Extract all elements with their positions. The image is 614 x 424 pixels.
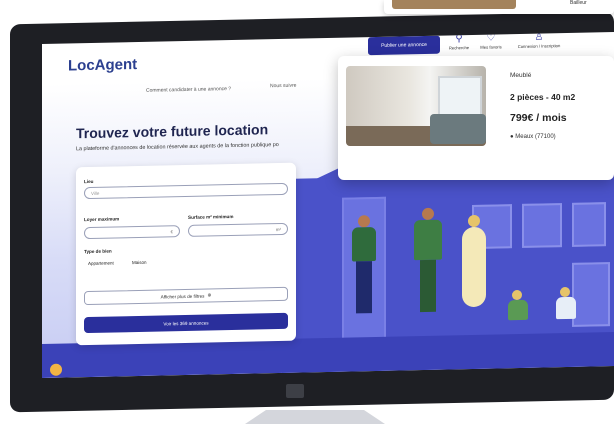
- search-icon: ⚲: [455, 33, 463, 45]
- house-window: [522, 203, 562, 248]
- location-input[interactable]: Ville: [84, 182, 288, 200]
- login-nav-label: Connexion / Inscription: [517, 43, 561, 50]
- monitor-logo: [286, 384, 304, 398]
- publish-listing-button[interactable]: Publier une annonce: [368, 35, 440, 56]
- rent-label: Loyer maximum: [84, 216, 120, 223]
- favorites-nav[interactable]: ♡ Mes favoris: [478, 32, 504, 50]
- heart-icon: ♡: [486, 32, 496, 44]
- banner-text: Bailleur: [570, 0, 587, 6]
- house-door: [572, 262, 610, 327]
- search-card: Lieu Ville Loyer maximum € Surface m² mi…: [76, 162, 296, 346]
- type-label: Type de bien: [84, 248, 112, 255]
- favorites-nav-label: Mes favoris: [480, 44, 502, 50]
- top-listing-banner: Bailleur: [384, 0, 614, 14]
- type-apartment-checkbox[interactable]: Appartement: [88, 260, 114, 266]
- listing-rooms: 2 pièces - 40 m2: [510, 92, 576, 102]
- login-nav[interactable]: ♙ Connexion / Inscription: [512, 32, 566, 49]
- listing-photo[interactable]: [346, 66, 486, 146]
- rent-unit: €: [170, 229, 173, 235]
- listing-price: 799€ / mois: [510, 112, 567, 124]
- type-house-checkbox[interactable]: Maison: [132, 260, 147, 265]
- house-window: [572, 202, 606, 247]
- min-surface-input[interactable]: m²: [188, 222, 288, 237]
- site-logo[interactable]: LocAgent: [68, 56, 137, 74]
- monitor-stand: [245, 410, 385, 424]
- more-filters-label: Afficher plus de filtres: [160, 293, 205, 300]
- location-placeholder: Ville: [91, 190, 100, 196]
- listing-type: Meublé: [510, 72, 532, 79]
- surface-unit: m²: [275, 226, 281, 233]
- see-listings-button[interactable]: Voir les 369 annonces: [84, 312, 288, 334]
- location-pin-icon: ●: [510, 134, 514, 140]
- search-nav-label: Recherche: [448, 45, 470, 51]
- banner-image: [392, 0, 516, 9]
- where-label: Lieu: [84, 178, 94, 185]
- listing-location-text: Meaux (77100): [515, 134, 556, 140]
- more-filters-button[interactable]: Afficher plus de filtres ⊕: [84, 286, 288, 306]
- plus-icon: ⊕: [207, 292, 212, 298]
- listing-location: ● Meaux (77100): [510, 134, 556, 140]
- nav-link-follow-us[interactable]: Nous suivre: [270, 83, 296, 90]
- listing-card[interactable]: Meublé 2 pièces - 40 m2 799€ / mois ● Me…: [338, 56, 614, 180]
- surface-label: Surface m² minimum: [188, 213, 234, 220]
- search-nav[interactable]: ⚲ Recherche: [446, 33, 472, 51]
- max-rent-input[interactable]: €: [84, 225, 180, 240]
